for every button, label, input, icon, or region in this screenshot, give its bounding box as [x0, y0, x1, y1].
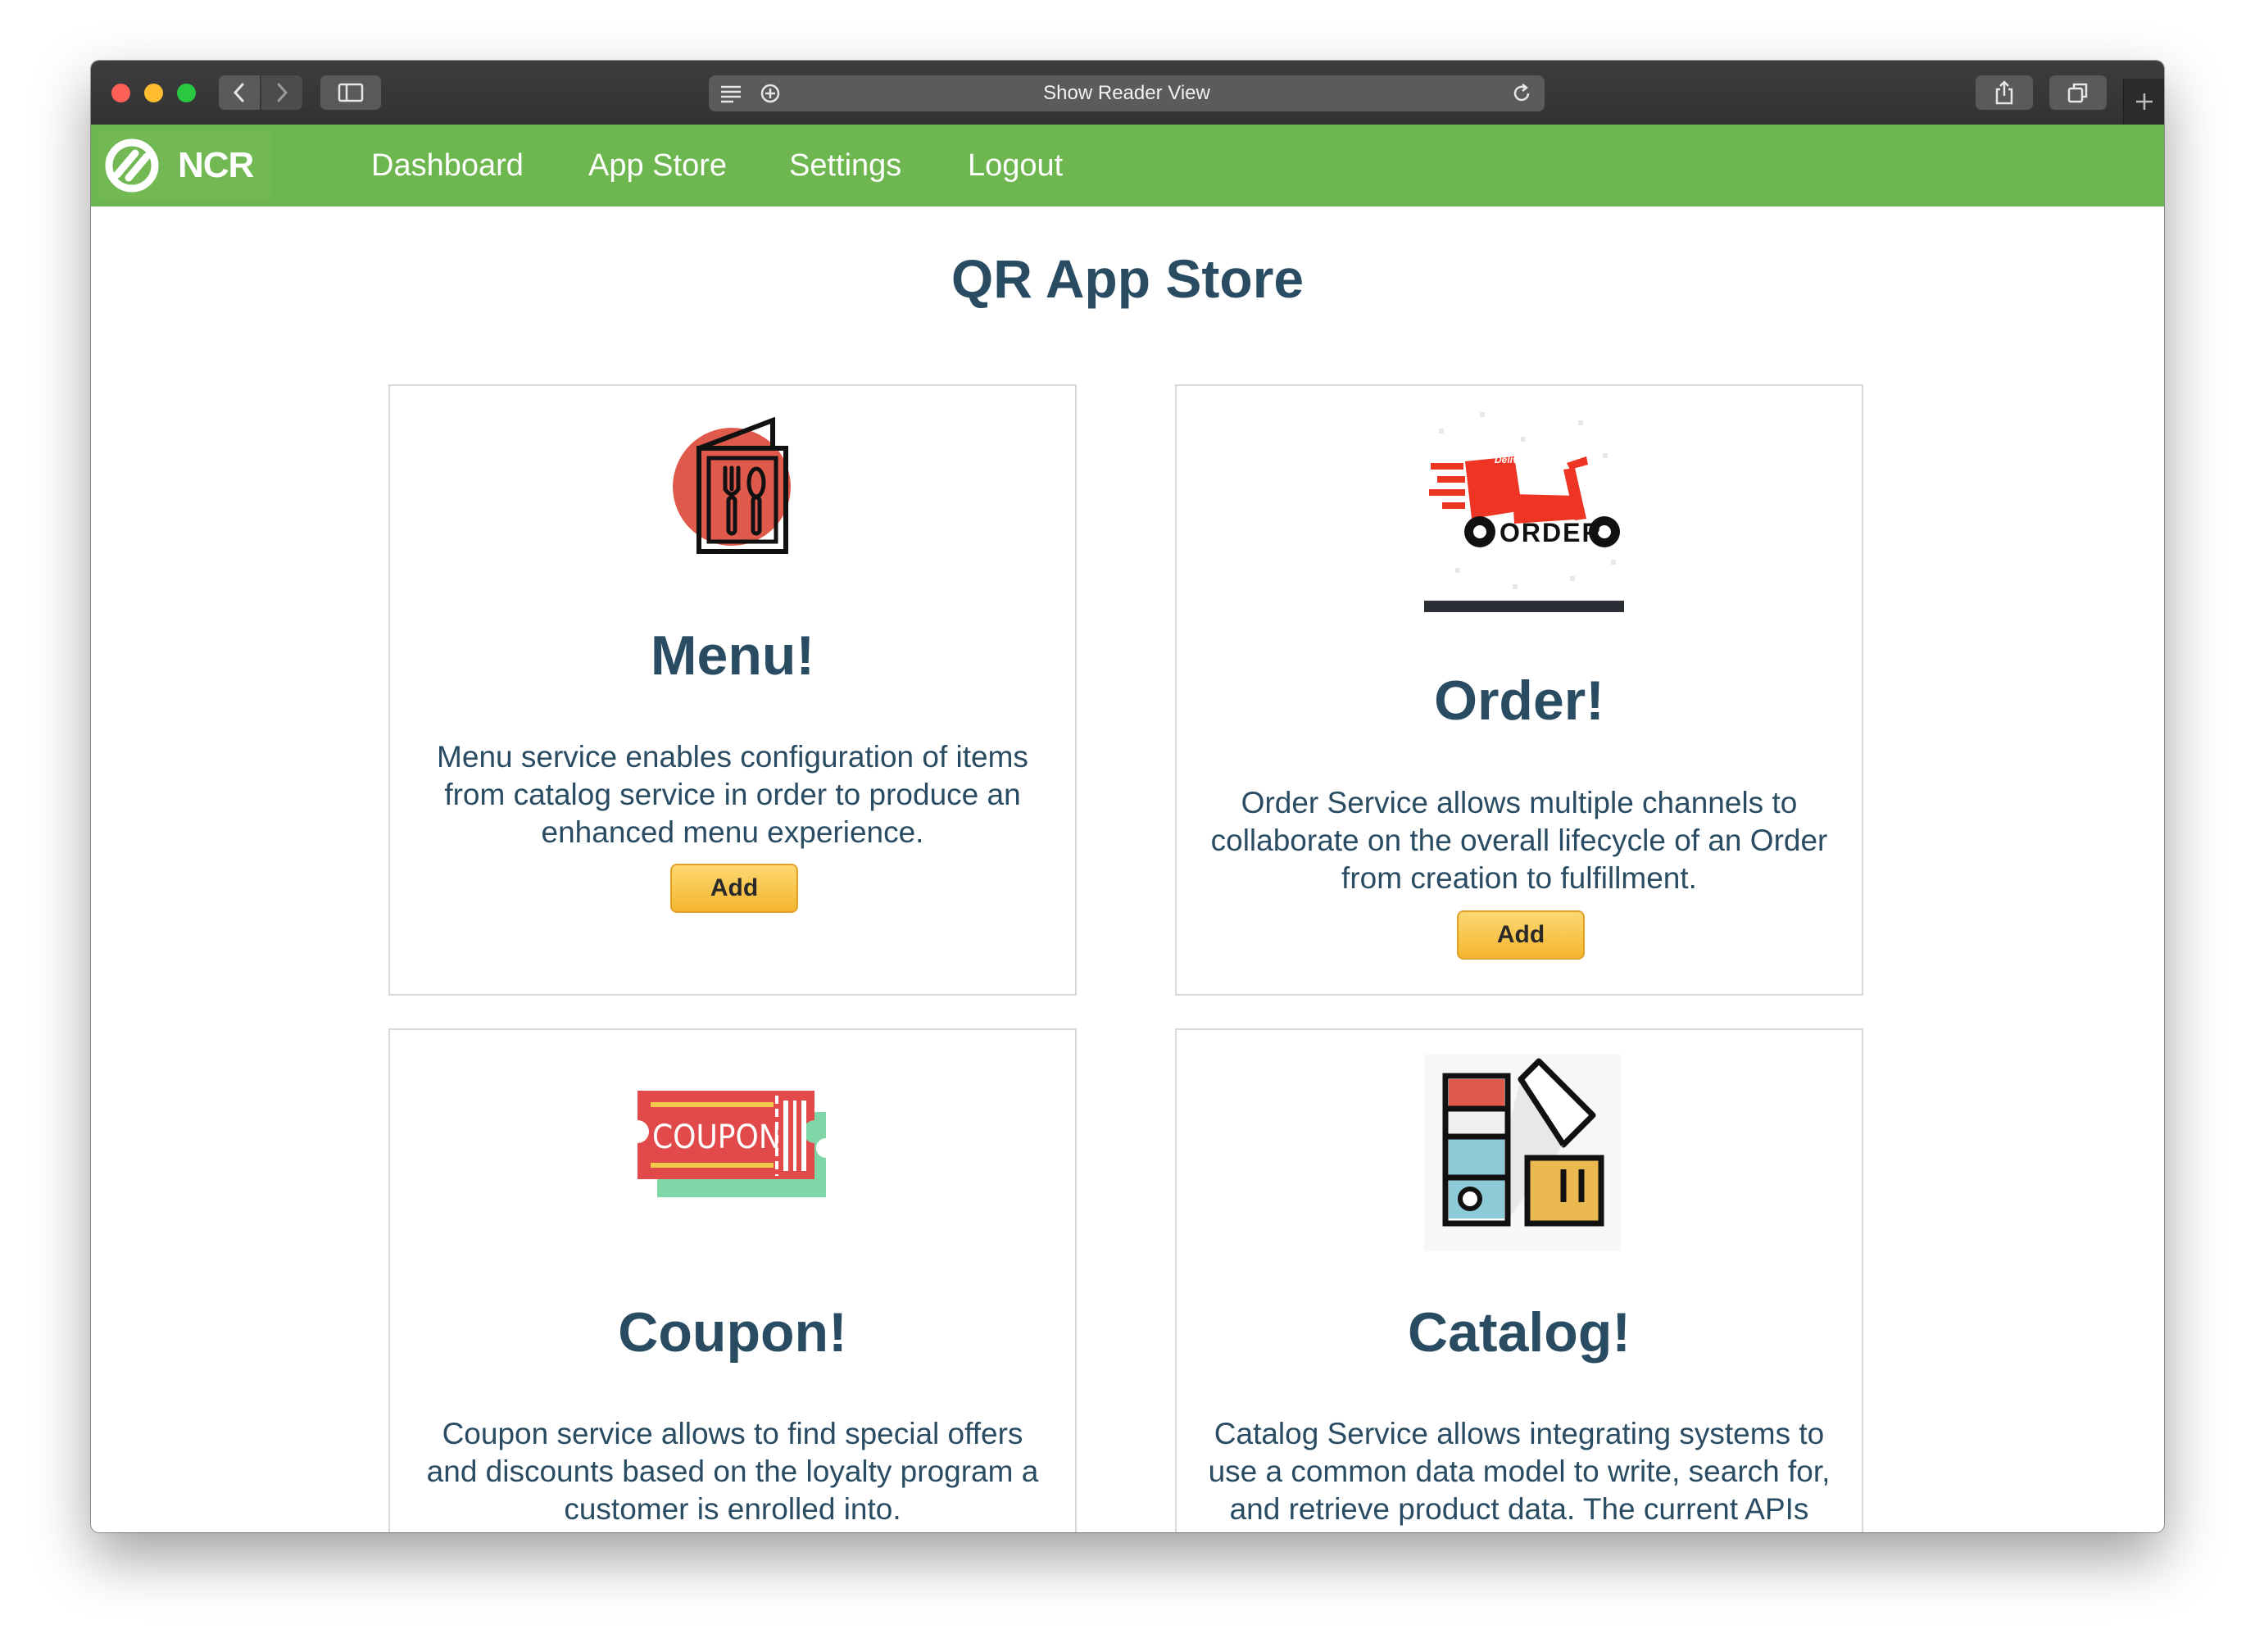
browser-titlebar: Show Reader View: [91, 61, 2164, 125]
order-image-text: ORDER: [1500, 518, 1603, 547]
top-navigation-bar: NCR Dashboard App Store Settings Logout: [91, 125, 2164, 206]
share-button[interactable]: [1976, 75, 2033, 110]
coupon-image-text: COUPON: [652, 1119, 781, 1156]
close-window-button[interactable]: [111, 84, 130, 102]
menu-card-description: Menu service enables configuration of it…: [437, 740, 1028, 849]
sidebar-icon: [338, 83, 364, 102]
order-card-title: Order!: [1434, 669, 1604, 732]
address-bar[interactable]: Show Reader View: [709, 75, 1545, 111]
nav-settings[interactable]: Settings: [789, 146, 901, 185]
coupon-icon: COUPON: [633, 1087, 837, 1206]
order-add-button[interactable]: Add: [1457, 910, 1585, 960]
new-tab-button[interactable]: [2123, 79, 2164, 125]
chevron-right-icon: [277, 83, 288, 102]
page-title: QR App Store: [951, 248, 1304, 309]
back-button[interactable]: [219, 75, 260, 110]
logo-text: NCR: [178, 145, 254, 185]
ncr-logo-icon: [105, 138, 159, 193]
menu-add-button[interactable]: Add: [670, 864, 798, 913]
order-delivery-icon: Delivery ORDER: [1422, 404, 1627, 618]
forward-button[interactable]: [261, 75, 302, 110]
reload-icon[interactable]: [1510, 82, 1533, 105]
svg-text:Delivery: Delivery: [1495, 454, 1534, 465]
coupon-card-title: Coupon!: [618, 1301, 847, 1364]
menu-card-title: Menu!: [650, 624, 815, 687]
nav-app-store[interactable]: App Store: [588, 146, 727, 185]
zoom-window-button[interactable]: [177, 84, 196, 102]
tabs-icon: [2067, 83, 2088, 103]
order-card-description: Order Service allows multiple channels t…: [1210, 786, 1828, 895]
minimize-window-button[interactable]: [144, 84, 163, 102]
catalog-card-title: Catalog!: [1408, 1301, 1631, 1364]
share-icon: [1995, 80, 2013, 105]
sidebar-toggle-button[interactable]: [320, 75, 381, 110]
catalog-card: Catalog! Catalog Service allows integrat…: [1175, 1028, 1863, 1532]
ncr-logo[interactable]: NCR: [99, 131, 271, 200]
menu-card: Menu! Menu service enables configuration…: [388, 384, 1077, 996]
catalog-card-description: Catalog Service allows integrating syste…: [1208, 1417, 1831, 1526]
catalog-swatch-icon: [1424, 1055, 1621, 1255]
browser-window: Show Reader View NCR Dashboard App Store…: [91, 61, 2164, 1532]
nav-logout[interactable]: Logout: [968, 146, 1063, 185]
coupon-card-description: Coupon service allows to find special of…: [426, 1417, 1039, 1526]
nav-dashboard[interactable]: Dashboard: [371, 146, 524, 185]
menu-icon: [673, 416, 796, 560]
address-text: Show Reader View: [1043, 82, 1210, 104]
chevron-left-icon: [233, 83, 244, 102]
order-card: Delivery ORDER Order! Order Service allo…: [1175, 384, 1863, 996]
plus-icon: [2136, 93, 2153, 110]
tab-overview-button[interactable]: [2049, 75, 2107, 110]
coupon-card: COUPON Coupon! Coupon service allows to …: [388, 1028, 1077, 1532]
